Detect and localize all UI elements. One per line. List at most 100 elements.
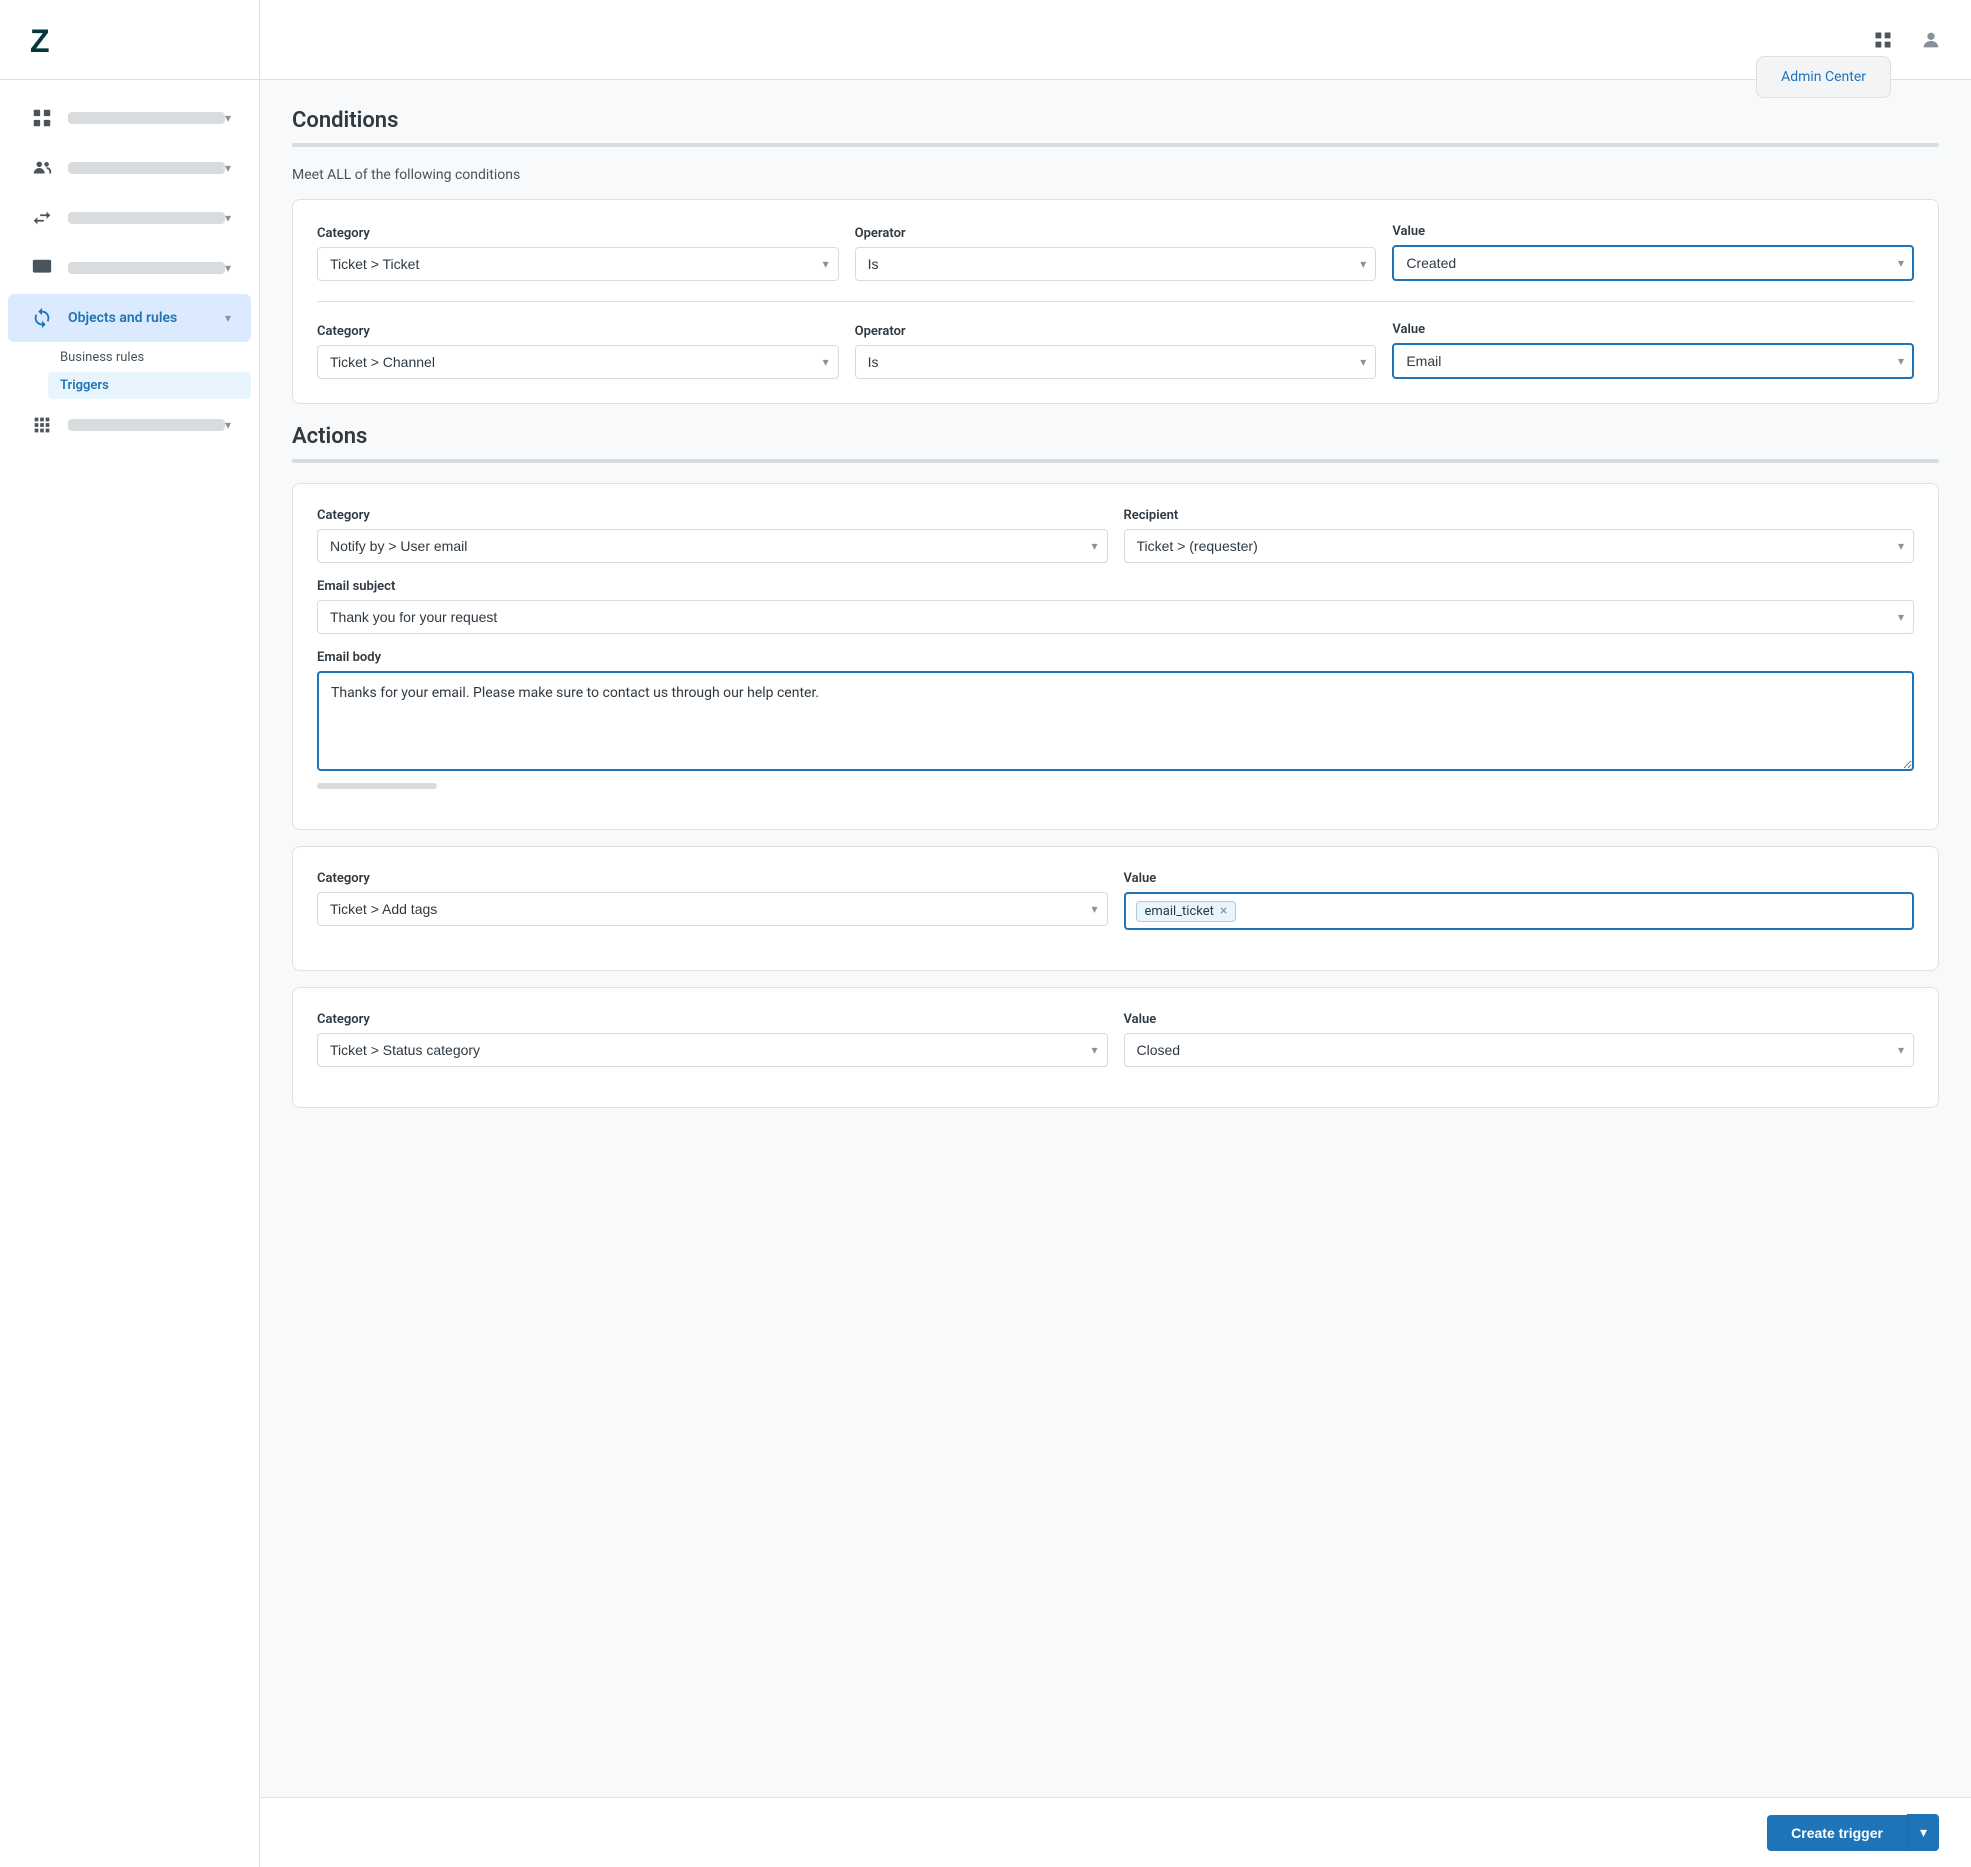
condition-row-2: Category Ticket > Channel ▾ Operator Is [317,322,1914,379]
objects-rules-icon [28,304,56,332]
tag-remove-button[interactable]: × [1220,904,1227,918]
action-1-recipient-select[interactable]: Ticket > (requester) [1124,529,1915,563]
topbar: Admin Center [260,0,1971,80]
meet-all-label: Meet ALL of the following conditions [292,167,1939,183]
sidebar-item-arrows[interactable]: ▾ [8,194,251,242]
conditions-title: Conditions [292,108,1939,133]
conditions-card: Category Ticket > Ticket ▾ Operator Is [292,199,1939,404]
admin-center-dropdown[interactable]: Admin Center [1756,56,1891,98]
sidebar-item-apps[interactable]: ▾ [8,401,251,449]
action-1-category-select[interactable]: Notify by > User email [317,529,1108,563]
action-3-value-select-wrapper: Closed ▾ [1124,1033,1915,1067]
nav-label-placeholder-5 [68,419,225,431]
chevron-down-icon-2: ▾ [225,161,231,175]
condition-1-value-select[interactable]: Created [1392,245,1914,281]
condition-1-category-select[interactable]: Ticket > Ticket [317,247,839,281]
topbar-icons [1867,24,1947,56]
action-1-recipient-field: Recipient Ticket > (requester) ▾ [1124,508,1915,563]
action-3-category-field: Category Ticket > Status category ▾ [317,1012,1108,1067]
condition-2-operator-select-wrapper: Is ▾ [855,345,1377,379]
action-3-category-select-wrapper: Ticket > Status category ▾ [317,1033,1108,1067]
user-avatar-icon[interactable] [1915,24,1947,56]
tag-email-ticket: email_ticket × [1136,901,1237,922]
sidebar-sub-nav: Business rules Triggers [48,344,251,399]
action-3-value-field: Value Closed ▾ [1124,1012,1915,1067]
people-icon [28,154,56,182]
condition-2-value-select-wrapper: Email ▾ [1392,343,1914,379]
email-body-field: Email body Thanks for your email. Please… [317,650,1914,789]
sidebar-item-objects-rules[interactable]: Objects and rules ▾ [8,294,251,342]
grid-icon[interactable] [1867,24,1899,56]
sidebar-item-people[interactable]: ▾ [8,144,251,192]
bottom-bar: Create trigger ▾ [260,1797,1971,1867]
action-2-value-label: Value [1124,871,1915,886]
action-1-category-select-wrapper: Notify by > User email ▾ [317,529,1108,563]
action-3-category-label: Category [317,1012,1108,1027]
chevron-down-icon: ▾ [225,111,231,125]
condition-1-operator-select-wrapper: Is ▾ [855,247,1377,281]
sidebar-item-objects-rules-label: Objects and rules [68,310,225,326]
condition-2-value-label: Value [1392,322,1914,337]
action-3-value-select[interactable]: Closed [1124,1033,1915,1067]
conditions-progress-fill [292,143,1280,147]
action-3-value-label: Value [1124,1012,1915,1027]
condition-2-category-label: Category [317,324,839,339]
email-subject-select-wrapper: Thank you for your request ▾ [317,600,1914,634]
email-body-textarea[interactable]: Thanks for your email. Please make sure … [317,671,1914,771]
action-2-row: Category Ticket > Add tags ▾ Value email… [317,871,1914,930]
condition-2-operator-select[interactable]: Is [855,345,1377,379]
action-2-category-field: Category Ticket > Add tags ▾ [317,871,1108,930]
create-trigger-button[interactable]: Create trigger [1767,1815,1907,1851]
condition-1-value-field: Value Created ▾ [1392,224,1914,281]
email-subject-field: Email subject Thank you for your request… [317,579,1914,634]
sidebar-item-building[interactable]: ▾ [8,94,251,142]
arrows-icon [28,204,56,232]
chevron-down-icon-create: ▾ [1920,1824,1927,1840]
condition-1-category-label: Category [317,226,839,241]
condition-2-operator-label: Operator [855,324,1377,339]
tag-input[interactable]: email_ticket × [1124,892,1915,930]
condition-2-value-select[interactable]: Email [1392,343,1914,379]
nav-label-placeholder-2 [68,162,225,174]
nav-label-placeholder-4 [68,262,225,274]
condition-1-operator-select[interactable]: Is [855,247,1377,281]
action-1-recipient-select-wrapper: Ticket > (requester) ▾ [1124,529,1915,563]
sidebar-sub-item-triggers[interactable]: Triggers [48,372,251,399]
building-icon [28,104,56,132]
actions-title: Actions [292,424,1939,449]
condition-2-operator-field: Operator Is ▾ [855,324,1377,379]
chevron-down-icon-3: ▾ [225,211,231,225]
admin-center-link[interactable]: Admin Center [1781,69,1866,85]
screen-icon [28,254,56,282]
tag-label: email_ticket [1145,904,1214,919]
condition-1-value-select-wrapper: Created ▾ [1392,245,1914,281]
condition-2-category-select-wrapper: Ticket > Channel ▾ [317,345,839,379]
chevron-down-icon-6: ▾ [225,418,231,432]
conditions-progress-bar [292,143,1939,147]
action-2-category-select-wrapper: Ticket > Add tags ▾ [317,892,1108,926]
action-card-1: Category Notify by > User email ▾ Recipi… [292,483,1939,830]
condition-2-category-select[interactable]: Ticket > Channel [317,345,839,379]
sidebar-sub-item-business-rules[interactable]: Business rules [48,344,251,371]
action-card-2: Category Ticket > Add tags ▾ Value email… [292,846,1939,971]
sidebar-item-screen[interactable]: ▾ [8,244,251,292]
email-subject-label: Email subject [317,579,1914,594]
actions-progress-bar [292,459,1939,463]
action-3-category-select[interactable]: Ticket > Status category [317,1033,1108,1067]
sidebar-nav: ▾ ▾ ▾ ▾ [0,80,259,1867]
sidebar: Z ▾ ▾ ▾ [0,0,260,1867]
textarea-scroll-thumb [317,783,437,789]
email-subject-select[interactable]: Thank you for your request [317,600,1914,634]
condition-divider-1 [317,301,1914,302]
nav-label-placeholder-3 [68,212,225,224]
chevron-down-icon-5: ▾ [225,311,231,325]
condition-1-category-select-wrapper: Ticket > Ticket ▾ [317,247,839,281]
create-trigger-dropdown-button[interactable]: ▾ [1907,1814,1939,1851]
action-2-category-select[interactable]: Ticket > Add tags [317,892,1108,926]
condition-2-value-field: Value Email ▾ [1392,322,1914,379]
condition-row-1: Category Ticket > Ticket ▾ Operator Is [317,224,1914,281]
action-1-category-label: Category [317,508,1108,523]
chevron-down-icon-4: ▾ [225,261,231,275]
condition-2-category-field: Category Ticket > Channel ▾ [317,324,839,379]
main-content: Admin Center Conditions Meet ALL of the … [260,0,1971,1867]
